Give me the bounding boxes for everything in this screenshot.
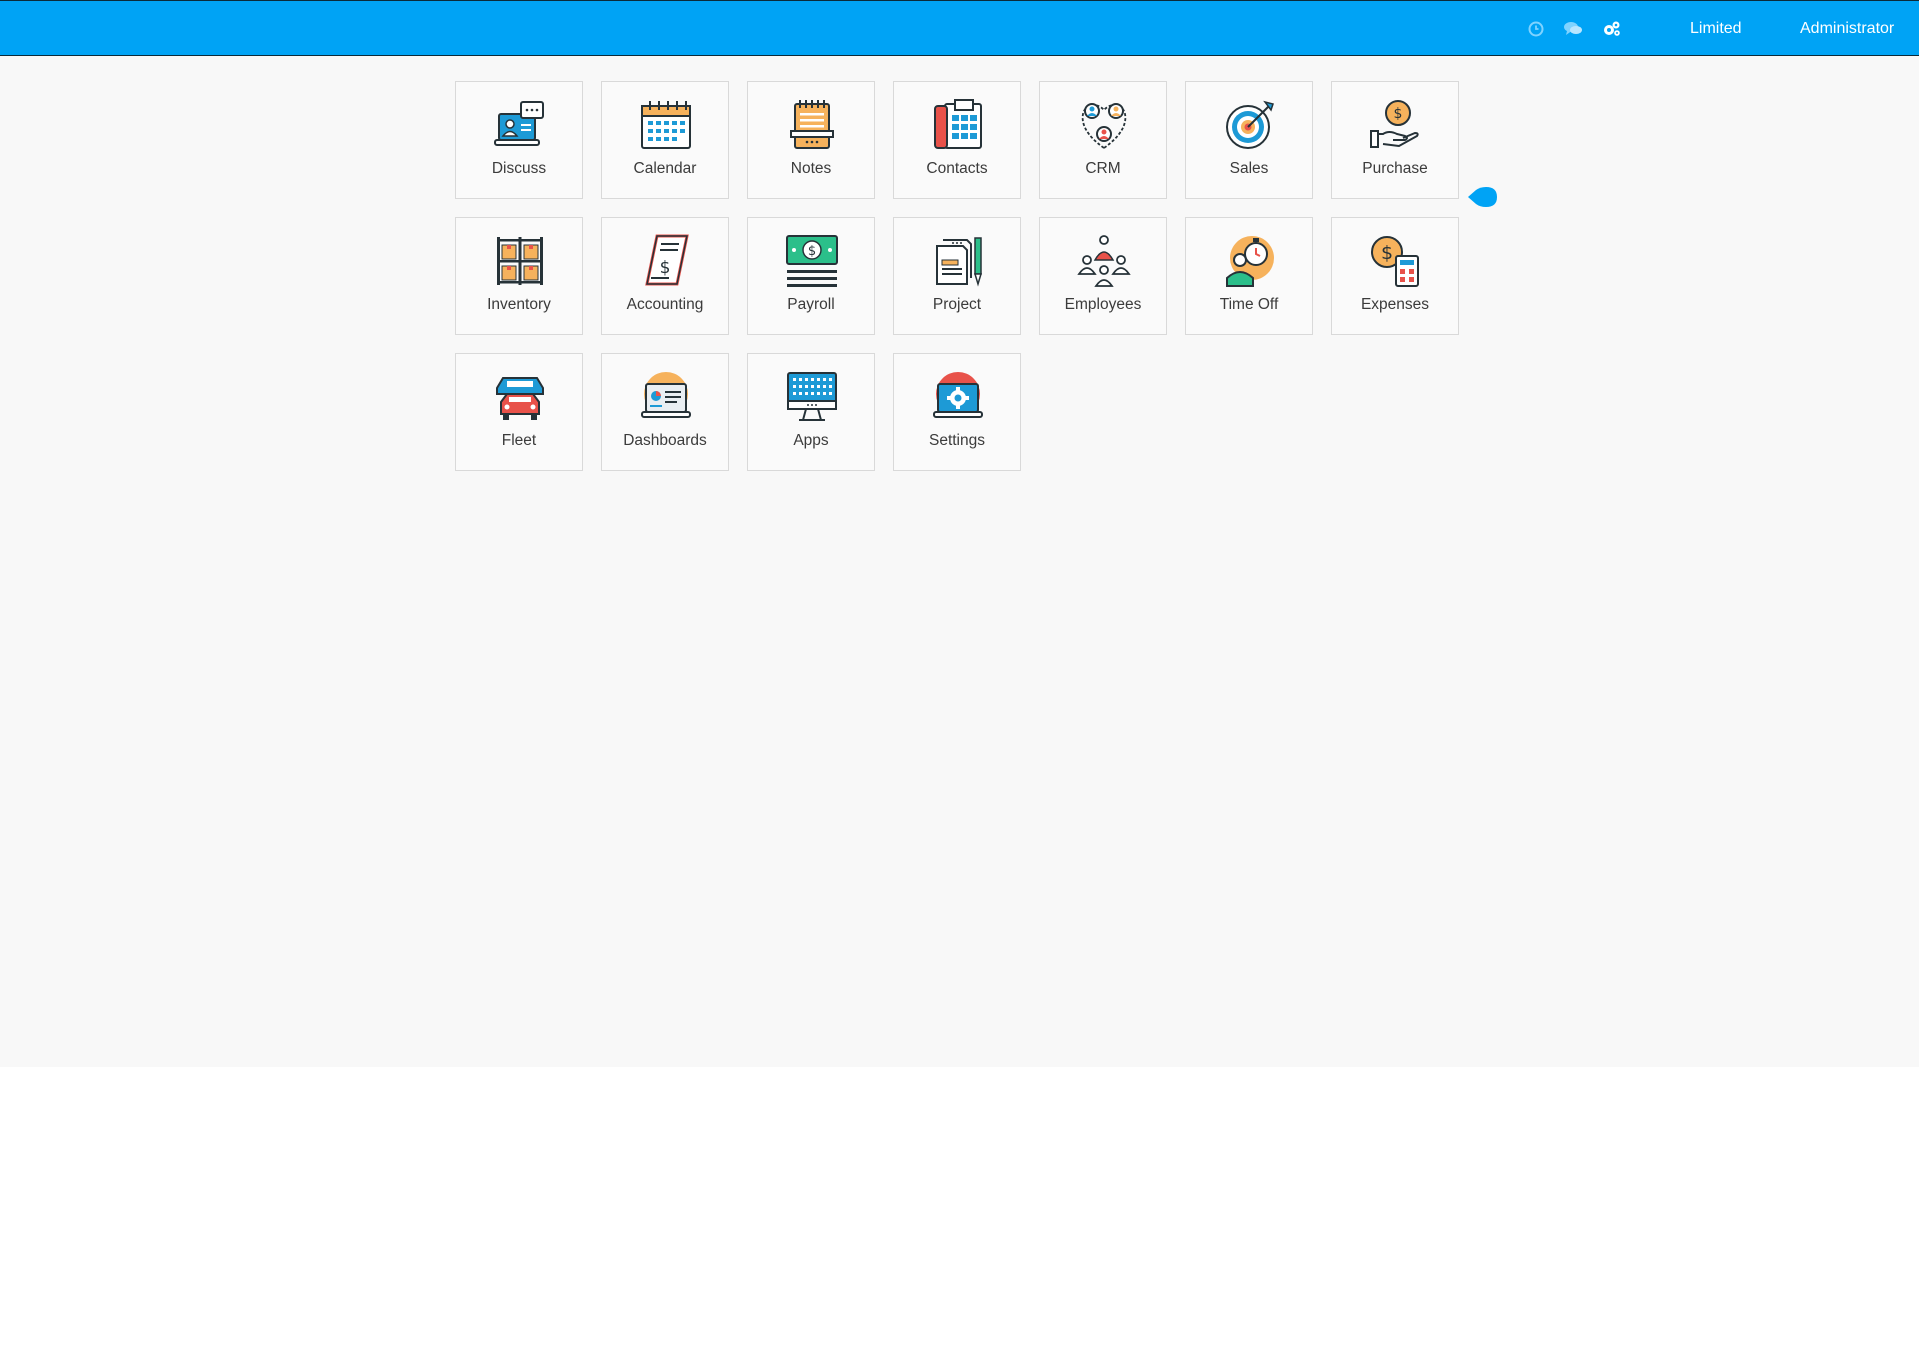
app-label-discuss: Discuss — [491, 160, 547, 177]
app-tile-dashboards[interactable]: Dashboards — [601, 353, 729, 471]
employees-icon — [1077, 235, 1131, 287]
app-tile-sales[interactable]: Sales — [1185, 81, 1313, 199]
app-label-sales: Sales — [1229, 160, 1269, 177]
app-label-crm: CRM — [1085, 160, 1121, 177]
app-label-notes: Notes — [790, 160, 832, 177]
dashboards-icon — [641, 372, 691, 418]
project-icon — [936, 237, 983, 287]
app-label-calendar: Calendar — [633, 160, 697, 177]
contacts-icon — [934, 99, 982, 149]
app-tile-fleet[interactable]: Fleet — [455, 353, 583, 471]
app-label-expenses: Expenses — [1360, 296, 1430, 313]
app-tile-employees[interactable]: Employees — [1039, 217, 1167, 335]
gears-icon[interactable] — [1600, 15, 1624, 43]
app-label-purchase: Purchase — [1362, 160, 1428, 177]
app-label-payroll: Payroll — [787, 296, 835, 313]
drag-handle[interactable] — [1466, 186, 1498, 208]
app-tile-discuss[interactable]: Discuss — [455, 81, 583, 199]
app-label-employees: Employees — [1064, 296, 1142, 313]
app-tile-time-off[interactable]: Time Off — [1185, 217, 1313, 335]
svg-text:$: $ — [1381, 242, 1393, 264]
fleet-icon — [496, 377, 544, 420]
clock-icon[interactable] — [1524, 15, 1548, 43]
app-tile-inventory[interactable]: Inventory — [455, 217, 583, 335]
app-tile-apps[interactable]: Apps — [747, 353, 875, 471]
app-tile-payroll[interactable]: $ Payroll — [747, 217, 875, 335]
app-label-inventory: Inventory — [487, 296, 551, 313]
chat-icon[interactable] — [1561, 15, 1585, 43]
app-label-contacts: Contacts — [926, 160, 988, 177]
accounting-icon: $ — [645, 234, 689, 286]
sales-icon — [1226, 100, 1274, 149]
app-tile-calendar[interactable]: Calendar — [601, 81, 729, 199]
svg-text:$: $ — [808, 244, 816, 259]
discuss-icon — [494, 101, 544, 146]
calendar-icon — [641, 101, 691, 149]
app-tile-expenses[interactable]: $ Expenses — [1331, 217, 1459, 335]
crm-icon — [1081, 103, 1127, 150]
notes-icon — [790, 100, 834, 149]
app-label-accounting: Accounting — [626, 296, 704, 313]
app-tile-settings[interactable]: Settings — [893, 353, 1021, 471]
purchase-icon: $ — [1370, 100, 1419, 148]
app-tile-contacts[interactable]: Contacts — [893, 81, 1021, 199]
app-label-settings: Settings — [928, 432, 985, 449]
apps-icon — [787, 372, 837, 421]
payroll-icon: $ — [786, 235, 838, 287]
app-label-apps: Apps — [793, 432, 829, 449]
top-navbar: Limited Administrator — [0, 0, 1919, 56]
app-tile-crm[interactable]: CRM — [1039, 81, 1167, 199]
app-label-time-off: Time Off — [1219, 296, 1279, 313]
svg-text:$: $ — [1394, 106, 1403, 122]
home-menu: Discuss Calendar Notes Contacts CRM Sale… — [0, 56, 1919, 1067]
app-tile-purchase[interactable]: $ Purchase — [1331, 81, 1459, 199]
user-menu[interactable]: Administrator — [1800, 1, 1894, 57]
company-switcher[interactable]: Limited — [1690, 1, 1742, 57]
app-label-project: Project — [932, 296, 982, 313]
app-tile-accounting[interactable]: $ Accounting — [601, 217, 729, 335]
app-label-fleet: Fleet — [501, 432, 537, 449]
svg-text:$: $ — [660, 258, 671, 278]
settings-icon — [933, 372, 983, 418]
time-off-icon — [1226, 236, 1274, 287]
expenses-icon: $ — [1371, 236, 1419, 287]
app-label-dashboards: Dashboards — [623, 432, 707, 449]
app-tile-notes[interactable]: Notes — [747, 81, 875, 199]
inventory-icon — [497, 237, 543, 285]
app-tile-project[interactable]: Project — [893, 217, 1021, 335]
